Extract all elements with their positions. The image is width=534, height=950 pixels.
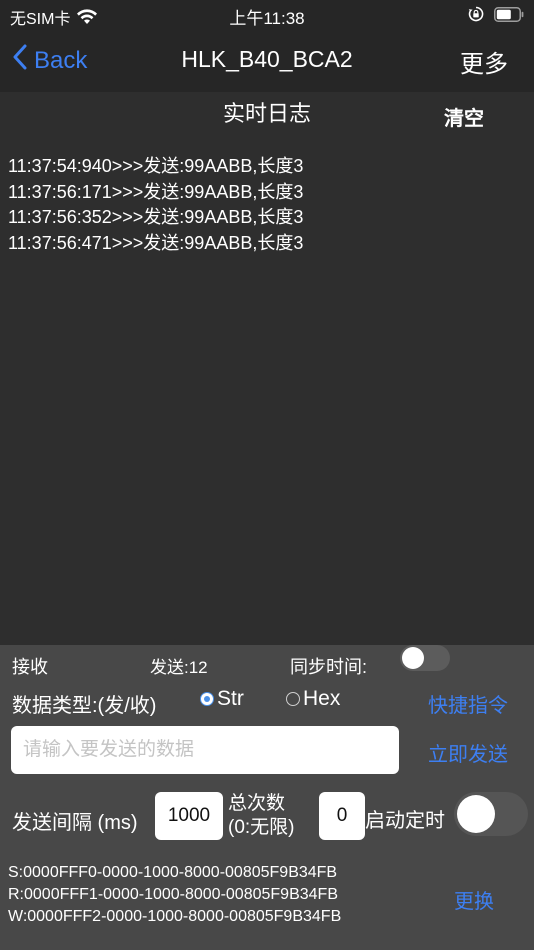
radio-unselected-icon bbox=[286, 692, 300, 706]
send-now-button[interactable]: 立即发送 bbox=[428, 738, 508, 767]
toggle-knob bbox=[402, 647, 424, 669]
radio-hex-label: Hex bbox=[303, 687, 341, 710]
total-count-label: 总次数 (0:无限) bbox=[228, 792, 295, 840]
radio-str[interactable]: Str bbox=[200, 687, 244, 711]
send-interval-label: 发送间隔 (ms) bbox=[12, 812, 138, 834]
data-type-label: 数据类型:(发/收) bbox=[12, 695, 157, 717]
data-type-row: 数据类型:(发/收) Str Hex 快捷指令 bbox=[0, 683, 534, 719]
sync-time-label: 同步时间: bbox=[290, 657, 368, 677]
clear-button[interactable]: 清空 bbox=[444, 102, 484, 131]
send-count: 发送:12 bbox=[150, 658, 208, 677]
uuid-list: S:0000FFF0-0000-1000-8000-00805F9B34FB R… bbox=[8, 862, 341, 928]
log-panel: 实时日志 清空 11:37:54:940>>>发送:99AABB,长度3 11:… bbox=[0, 92, 534, 645]
service-uuid: S:0000FFF0-0000-1000-8000-00805F9B34FB bbox=[8, 864, 338, 881]
receive-label: 接收 bbox=[12, 657, 48, 677]
battery-icon bbox=[494, 6, 524, 22]
radio-str-label: Str bbox=[217, 687, 244, 710]
screen: 无SIM卡 上午11:38 Back HLK_B40_BCA2 更多 实时日志 … bbox=[0, 0, 534, 950]
more-button[interactable]: 更多 bbox=[460, 44, 508, 79]
send-interval-input[interactable] bbox=[155, 792, 223, 840]
back-button[interactable]: Back bbox=[12, 44, 87, 77]
counter-row: 接收 发送:12 同步时间: bbox=[0, 645, 534, 681]
shortcut-commands-link[interactable]: 快捷指令 bbox=[428, 689, 508, 718]
log-entry: 11:37:56:352>>>发送:99AABB,长度3 bbox=[8, 207, 304, 227]
orientation-lock-icon bbox=[468, 6, 484, 22]
read-uuid: R:0000FFF1-0000-1000-8000-00805F9B34FB bbox=[8, 886, 338, 903]
total-count-label-line1: 总次数 bbox=[228, 793, 286, 814]
status-bar: 无SIM卡 上午11:38 bbox=[0, 0, 534, 30]
timer-row: 发送间隔 (ms) 总次数 (0:无限) 启动定时 bbox=[0, 790, 534, 846]
toggle-knob bbox=[457, 795, 495, 833]
send-data-input[interactable] bbox=[11, 726, 399, 774]
change-uuid-button[interactable]: 更换 bbox=[454, 885, 494, 914]
radio-selected-icon bbox=[200, 692, 214, 706]
log-list[interactable]: 11:37:54:940>>>发送:99AABB,长度3 11:37:56:17… bbox=[8, 154, 303, 256]
status-right bbox=[468, 6, 524, 22]
log-entry: 11:37:56:471>>>发送:99AABB,长度3 bbox=[8, 232, 304, 253]
total-count-label-line2: (0:无限) bbox=[228, 817, 295, 838]
back-label: Back bbox=[34, 46, 88, 74]
write-uuid: W:0000FFF2-0000-1000-8000-00805F9B34FB bbox=[8, 908, 342, 925]
nav-bar: Back HLK_B40_BCA2 更多 bbox=[0, 30, 534, 92]
log-entry: 11:37:54:940>>>发送:99AABB,长度3 bbox=[8, 156, 304, 176]
sync-time-toggle[interactable] bbox=[400, 645, 450, 671]
status-time: 上午11:38 bbox=[229, 9, 305, 28]
total-count-input[interactable] bbox=[319, 792, 365, 840]
radio-hex[interactable]: Hex bbox=[286, 687, 340, 711]
log-entry: 11:37:56:171>>>发送:99AABB,长度3 bbox=[8, 181, 304, 202]
start-timer-label: 启动定时 bbox=[365, 810, 445, 832]
control-panel: 接收 发送:12 同步时间: 数据类型:(发/收) Str Hex 快捷指令 立… bbox=[0, 645, 534, 950]
start-timer-toggle[interactable] bbox=[454, 792, 528, 836]
chevron-left-icon bbox=[12, 44, 28, 77]
